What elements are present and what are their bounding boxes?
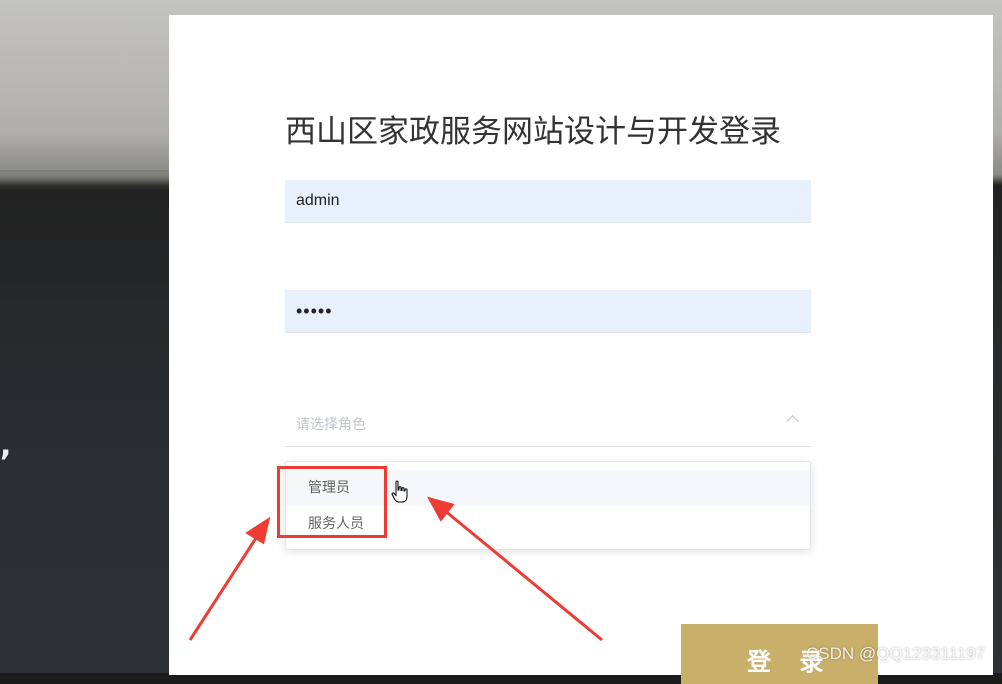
annotation-arrow-right [443,508,603,642]
annotation-arrowhead-left [245,516,271,545]
annotation-arrowhead-right [426,496,455,522]
annotation-arrows [188,496,603,642]
watermark-text: CSDN @QQ123311197 [806,644,986,663]
annotation-arrow-left [188,534,260,641]
